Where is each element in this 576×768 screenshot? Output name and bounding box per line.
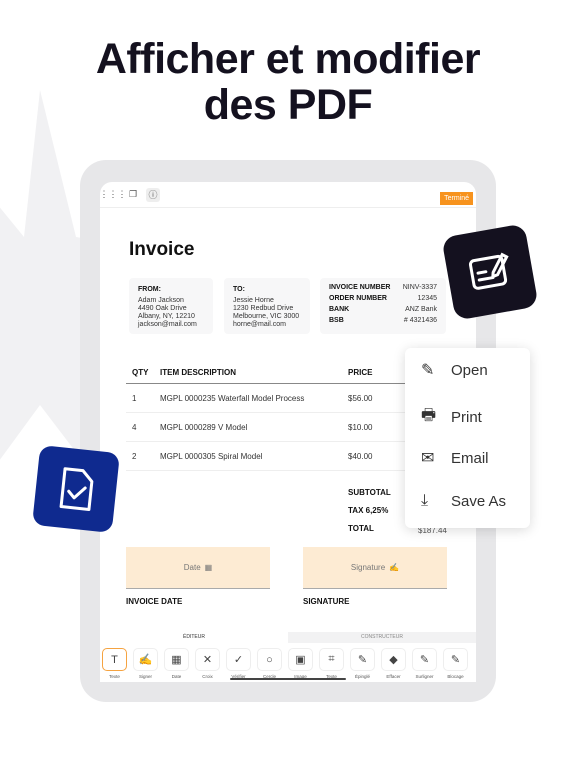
tab-builder[interactable]: CONSTRUCTEUR (288, 632, 476, 643)
table-row: 1 MGPL 0000235 Waterfall Model Process $56… (126, 384, 446, 413)
headline: Afficher et modifier des PDF (95, 35, 481, 129)
invoice-title: Invoice (129, 239, 195, 260)
tool-épinglé[interactable]: ✎ Épinglé (350, 648, 375, 679)
calendar-icon: ▦ (204, 563, 213, 572)
tool-vérifier[interactable]: ✓ Vérifier (226, 648, 251, 679)
tool-signer[interactable]: ✍ Signer (133, 648, 158, 679)
tool-label: Effacer (386, 674, 401, 679)
menu-item-label: Email (451, 449, 489, 467)
menu-item-label: Open (451, 361, 488, 379)
edit-document-icon (468, 252, 509, 290)
tool-label: Blocage (447, 674, 464, 679)
tool-label: Date (171, 674, 182, 679)
tool-label: Texte (109, 674, 120, 679)
tab-editor[interactable]: ÉDITEUR (100, 632, 288, 643)
tool-label: Signer (138, 674, 152, 679)
tool-icon: ✎ (412, 648, 437, 671)
edit-document-badge (441, 223, 539, 321)
signature-field[interactable]: Signature ✍ (303, 547, 447, 589)
tool-label: Croix (202, 674, 213, 679)
tool-icon: T (102, 648, 127, 671)
tool-icon: ◆ (381, 648, 406, 671)
verified-document-badge (32, 445, 120, 533)
signature-icon: ✍ (389, 563, 400, 572)
tool-icon: ✓ (226, 648, 251, 671)
tool-date[interactable]: ▦ Date (164, 648, 189, 679)
mail-icon: ✉ (421, 450, 435, 467)
check-document-icon (59, 467, 94, 511)
tool-label: Épinglé (354, 674, 370, 679)
printer-icon: 🖶 (421, 407, 437, 424)
table-row: 2 MGPL 0000305 Spiral Model $40.00 (126, 442, 446, 471)
tool-icon: ✕ (195, 648, 220, 671)
from-card: FROM: Adam Jackson 4490 Oak Drive Albany… (129, 278, 213, 334)
table-row: 4 MGPL 0000289 V Model $10.00 (126, 413, 446, 442)
invoice-date-label: INVOICE DATE (126, 597, 183, 606)
menu-item-save-as[interactable]: ⤓ Save As (421, 492, 506, 510)
mode-tabs: ÉDITEUR CONSTRUCTEUR (100, 632, 476, 643)
menu-item-email[interactable]: ✉ Email (421, 448, 489, 468)
share-menu: ✎ Open 🖶 Print ✉ Email ⤓ Save As (405, 348, 530, 528)
total-label: TOTAL (348, 524, 374, 533)
tax-label: TAX 6,25% (348, 506, 389, 515)
download-icon: ⤓ (421, 492, 429, 509)
menu-item-print[interactable]: 🖶 Print (421, 404, 482, 431)
tool-texte[interactable]: T Texte (102, 648, 127, 679)
tool-icon: ✎ (350, 648, 375, 671)
home-indicator (230, 678, 346, 680)
grid-icon[interactable]: ⋮⋮⋮ (100, 188, 127, 202)
menu-item-label: Print (451, 409, 482, 426)
tool-icon: ✎ (443, 648, 468, 671)
tool-cercle[interactable]: ○ Cercle (257, 648, 282, 679)
subtotal-label: SUBTOTAL (348, 488, 391, 497)
tool-blocage[interactable]: ✎ Blocage (443, 648, 468, 679)
tool-icon: ▣ (288, 648, 313, 671)
done-button[interactable]: Terminé (440, 192, 473, 205)
top-toolbar: ⋮⋮⋮ ❐ ⓘ Terminé (100, 182, 476, 208)
tool-texte[interactable]: ⌗ Texte (319, 648, 344, 679)
menu-item-label: Save As (451, 492, 507, 510)
tool-bar: T Texte ✍ Signer ▦ Date ✕ Croix ✓ Vérifier ○ Cercle… (102, 648, 474, 679)
signature-label: SIGNATURE (303, 597, 350, 606)
tool-image[interactable]: ▣ Image (288, 648, 313, 679)
date-field[interactable]: Date ▦ (126, 547, 270, 589)
to-card: TO: Jessie Horne 1230 Redbud Drive Melbo… (224, 278, 310, 334)
tool-icon: ✍ (133, 648, 158, 671)
tool-label: Surligner (415, 674, 434, 679)
table-header: QTY ITEM DESCRIPTION PRICE (126, 360, 446, 384)
info-icon[interactable]: ⓘ (146, 187, 160, 202)
invoice-meta-card: INVOICE NUMBER NINV-3337 ORDER NUMBER 1234… (320, 278, 446, 334)
tool-icon: ○ (257, 648, 282, 671)
tool-icon: ▦ (164, 648, 189, 671)
menu-item-open[interactable]: ✎ Open (421, 360, 488, 380)
tool-effacer[interactable]: ◆ Effacer (381, 648, 406, 679)
tool-icon: ⌗ (319, 648, 344, 671)
tool-surligner[interactable]: ✎ Surligner (412, 648, 437, 679)
tool-croix[interactable]: ✕ Croix (195, 648, 220, 679)
edit-icon: ✎ (421, 362, 435, 379)
copy-icon[interactable]: ❐ (126, 188, 140, 202)
